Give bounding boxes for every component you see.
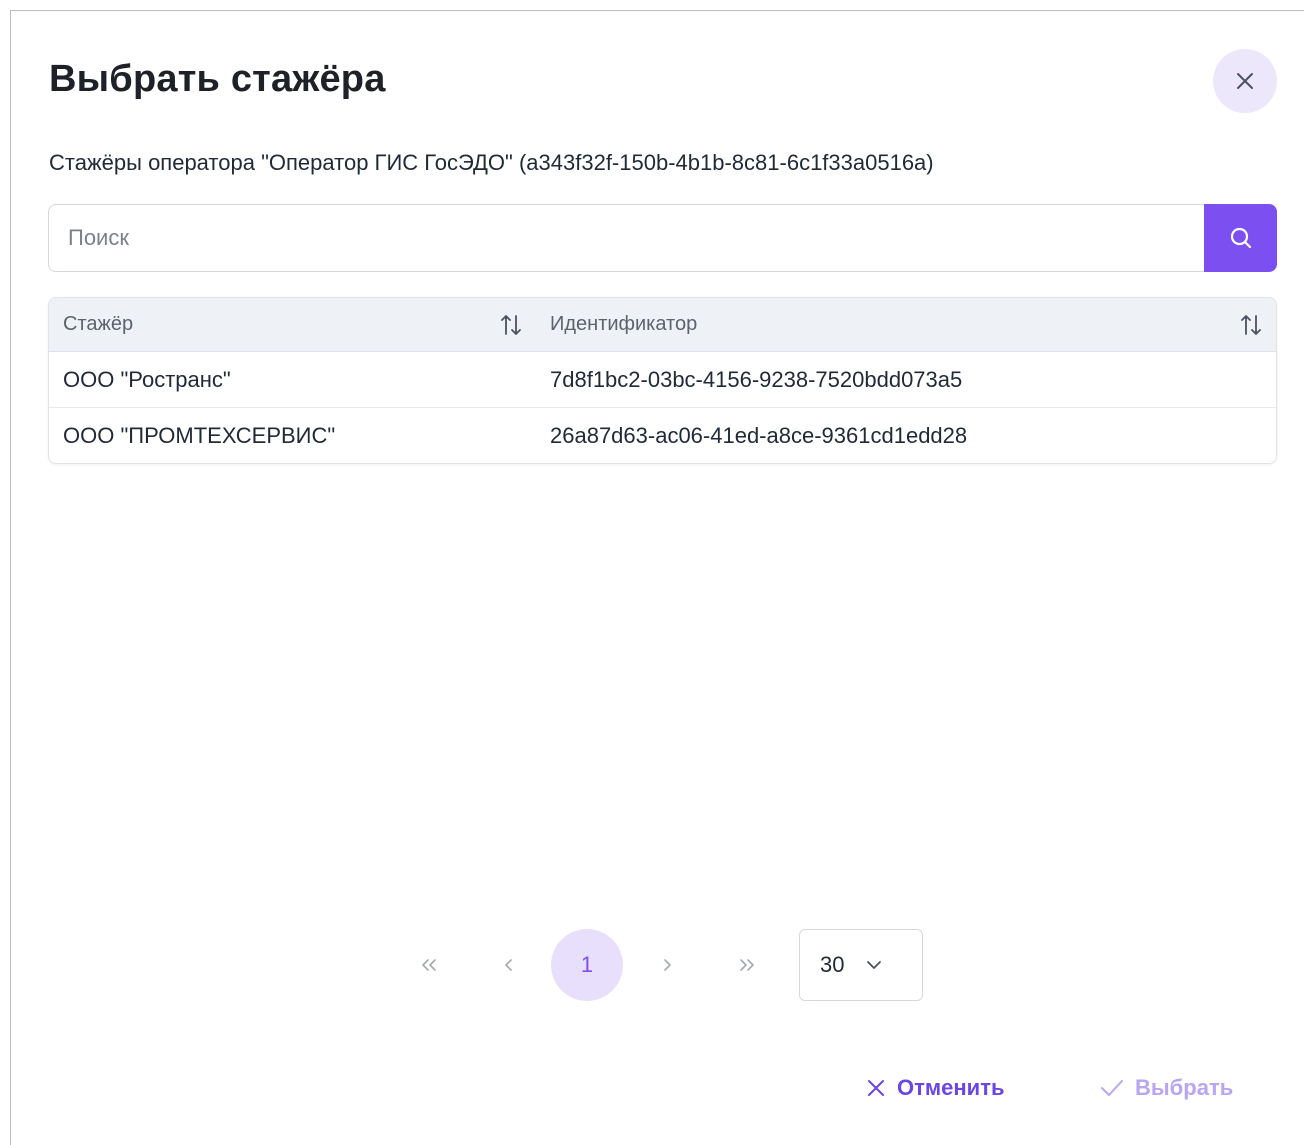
column-header-identifier[interactable]: Идентификатор (536, 298, 1276, 351)
column-header-label: Стажёр (63, 313, 134, 335)
prev-page-button[interactable] (489, 929, 529, 1001)
cell-identifier: 7d8f1bc2-03bc-4156-9238-7520bdd073a5 (550, 366, 963, 392)
chevron-right-icon (664, 959, 671, 971)
search-icon (1230, 227, 1251, 249)
cell-identifier: 26a87d63-ac06-41ed-a8ce-9361cd1edd28 (550, 422, 968, 448)
page-size-select[interactable]: 30 (799, 929, 923, 1001)
sort-icon[interactable] (1238, 312, 1264, 338)
table-header: Стажёр Идентификатор (49, 298, 1276, 352)
pagination: 1 (11, 929, 1304, 1001)
first-page-button[interactable] (409, 929, 449, 1001)
chevron-down-icon (867, 961, 882, 969)
table-row[interactable]: ООО "Ространс" 7d8f1bc2-03bc-4156-9238-7… (49, 352, 1276, 408)
cancel-label: Отменить (897, 1075, 1005, 1100)
dialog-subtitle: Стажёры оператора "Оператор ГИС ГосЭДО" … (49, 150, 934, 175)
double-chevron-left-icon (422, 959, 436, 971)
close-button[interactable] (1213, 49, 1277, 113)
column-header-trainee[interactable]: Стажёр (49, 298, 536, 351)
search-button[interactable] (1204, 204, 1277, 272)
search-bar (48, 204, 1277, 272)
page-size-value: 30 (820, 952, 845, 977)
column-header-label: Идентификатор (550, 313, 698, 335)
select-label: Выбрать (1135, 1075, 1234, 1100)
page-number-button[interactable]: 1 (551, 929, 623, 1001)
select-button[interactable]: Выбрать (1099, 1071, 1233, 1105)
cell-trainee: ООО "Ространс" (63, 366, 231, 392)
trainees-table: Стажёр Идентификатор ООО "Ространс" 7d8f… (48, 297, 1277, 464)
cancel-button[interactable]: Отменить (865, 1071, 1005, 1105)
sort-icon[interactable] (498, 312, 524, 338)
dialog-title: Выбрать стажёра (49, 58, 386, 100)
cell-trainee: ООО "ПРОМТЕХСЕРВИС" (63, 422, 336, 448)
check-icon (1101, 1080, 1123, 1096)
close-icon (1237, 73, 1253, 89)
close-icon (868, 1080, 884, 1096)
next-page-button[interactable] (647, 929, 687, 1001)
double-chevron-right-icon (740, 959, 754, 971)
select-trainee-dialog: Выбрать стажёра Стажёры оператора "Опера… (10, 10, 1304, 1145)
search-input[interactable] (48, 204, 1204, 272)
chevron-left-icon (505, 959, 512, 971)
last-page-button[interactable] (727, 929, 767, 1001)
table-row[interactable]: ООО "ПРОМТЕХСЕРВИС" 26a87d63-ac06-41ed-a… (49, 408, 1276, 463)
